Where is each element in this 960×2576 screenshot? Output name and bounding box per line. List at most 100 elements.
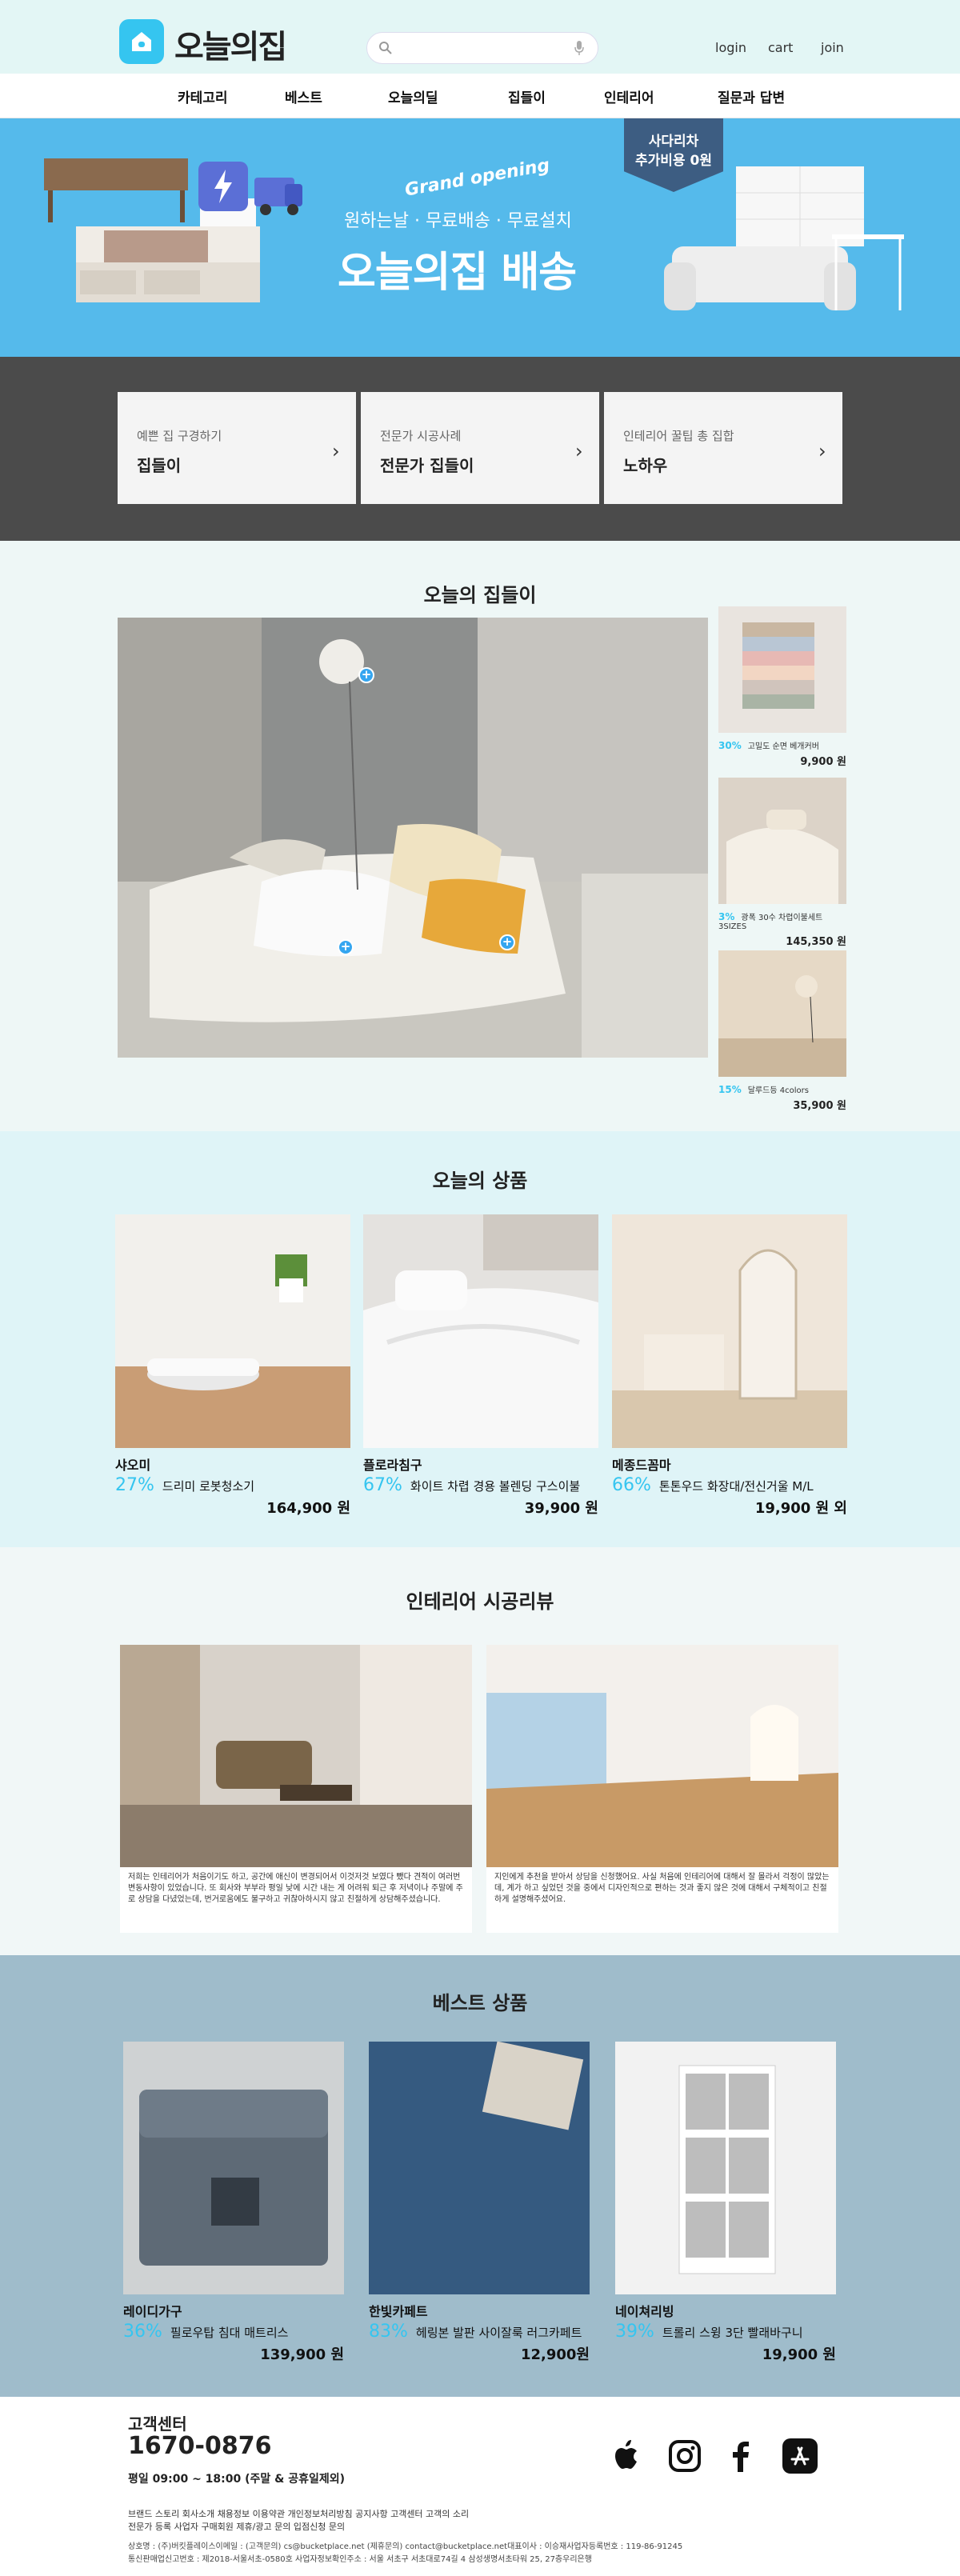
product-line: 36% 필로우탑 침대 매트리스 — [123, 2322, 344, 2342]
nav-house-tour[interactable]: 집들이 — [508, 86, 546, 106]
cs-hours: 평일 09:00 ~ 18:00 (주말 & 공휴일제외) — [128, 2473, 346, 2486]
nav-qna[interactable]: 질문과 답변 — [718, 86, 785, 106]
product-card[interactable]: 플로라침구 67% 화이트 차렵 경용 볼렌딩 구스이불 39,900 원 — [363, 1214, 598, 1518]
search-icon — [378, 41, 393, 58]
sofa-illustration — [664, 166, 904, 310]
product-line: 39% 트롤리 스윙 3단 빨래바구니 — [615, 2322, 836, 2342]
banner-grand-opening: Grand opening — [403, 155, 551, 201]
product-brand: 한빛카페트 — [369, 2304, 428, 2319]
cs-phone[interactable]: 1670-0876 — [128, 2432, 271, 2460]
best-product-card[interactable]: 한빛카페트 83% 헤링본 발판 사이잘룩 러그카페트 12,900원 — [369, 2042, 590, 2364]
product-price: 145,350 원 — [786, 936, 846, 948]
section-title: 인테리어 시공리뷰 — [406, 1590, 554, 1613]
quick-link-desc: 예쁜 집 구경하기 — [137, 429, 222, 443]
product-name: 톤톤우드 화장대/전신거울 M/L — [658, 1479, 814, 1494]
product-price: 139,900 원 — [260, 2346, 344, 2363]
footer: 고객센터 1670-0876 평일 09:00 ~ 18:00 (주말 & 공휴… — [0, 2397, 960, 2576]
product-image — [615, 2042, 836, 2294]
product-brand: 메종드꼼마 — [612, 1458, 671, 1473]
discount-rate: 15% — [718, 1084, 742, 1095]
product-tag-plus-icon[interactable]: + — [358, 667, 374, 683]
best-product-card[interactable]: 네이쳐리빙 39% 트롤리 스윙 3단 빨래바구니 19,900 원 — [615, 2042, 836, 2364]
product-line: 27% 드리미 로봇청소기 — [115, 1475, 350, 1495]
product-tag-plus-icon[interactable]: + — [338, 939, 354, 955]
footer-links-2[interactable]: 전문가 등록 사업자 구매회원 제휴/광고 문의 입점신청 문의 — [128, 2520, 345, 2533]
product-image — [612, 1214, 847, 1448]
product-price: 19,900 원 외 — [754, 1500, 847, 1517]
house-product-item[interactable]: 15% 달루드등 4colors 35,900 원 — [718, 950, 846, 1112]
nav-category[interactable]: 카테고리 — [178, 86, 228, 106]
product-line: 83% 헤링본 발판 사이잘룩 러그카페트 — [369, 2322, 590, 2342]
nav-best[interactable]: 베스트 — [285, 86, 322, 106]
chevron-right-icon: › — [332, 440, 340, 462]
quick-link-knowhow[interactable]: 인테리어 꿀팁 총 집합 노하우 › — [604, 392, 842, 504]
discount-rate: 83% — [369, 2322, 408, 2342]
discount-rate: 66% — [612, 1475, 651, 1495]
review-photo — [486, 1645, 838, 1867]
quick-link-house-tour[interactable]: 예쁜 집 구경하기 집들이 › — [118, 392, 356, 504]
apple-icon[interactable] — [607, 2437, 646, 2475]
review-photo — [120, 1645, 472, 1867]
cs-label: 고객센터 — [128, 2414, 187, 2434]
review-card[interactable]: 저희는 인테리어가 처음이기도 하고, 공간에 애신이 변경되어서 이것저것 보… — [120, 1645, 472, 1933]
interior-review-section: 인테리어 시공리뷰 저희는 인테리어가 처음이기도 하고, 공간에 애신이 변경… — [0, 1547, 960, 1955]
quick-links-section: 예쁜 집 구경하기 집들이 › 전문가 시공사례 전문가 집들이 › 인테리어 … — [0, 357, 960, 541]
product-price: 39,900 원 — [524, 1500, 598, 1517]
product-brand: 샤오미 — [115, 1458, 151, 1473]
today-products-section: 오늘의 상품 샤오미 27% 드리미 로봇청소기 164,900 원 플로라침구 … — [0, 1131, 960, 1547]
footer-links[interactable]: 브랜드 스토리 회사소개 채용정보 이용약관 개인정보처리방침 공지사항 고객센… — [128, 2507, 469, 2520]
quick-link-expert-tour[interactable]: 전문가 시공사례 전문가 집들이 › — [361, 392, 599, 504]
product-image — [363, 1214, 598, 1448]
product-name: 화이트 차렵 경용 볼렌딩 구스이불 — [410, 1479, 581, 1494]
product-thumbnail — [718, 950, 846, 1077]
discount-rate: 30% — [718, 740, 742, 751]
discount-rate: 39% — [615, 2322, 654, 2342]
facebook-icon[interactable] — [722, 2437, 760, 2475]
product-brand: 플로라침구 — [363, 1458, 422, 1473]
search-input[interactable] — [399, 38, 559, 58]
app-store-icon[interactable] — [781, 2437, 819, 2475]
review-text: 지인에게 추천을 받아서 상담을 신청했어요. 사실 처음에 인테리어에 대해서… — [494, 1873, 830, 1904]
product-line: 67% 화이트 차렵 경용 볼렌딩 구스이불 — [363, 1475, 598, 1495]
product-caption: 30% 고밀도 순면 베개커버 — [718, 739, 846, 751]
house-product-item[interactable]: 3% 광폭 30수 차렵이불세트 3SIZES 145,350 원 — [718, 778, 846, 948]
best-product-card[interactable]: 레이디가구 36% 필로우탑 침대 매트리스 139,900 원 — [123, 2042, 344, 2364]
delivery-truck-icon — [198, 162, 302, 215]
product-thumbnail — [718, 606, 846, 733]
product-brand: 네이쳐리빙 — [615, 2304, 674, 2319]
section-title: 베스트 상품 — [432, 1992, 528, 2014]
login-link[interactable]: login — [715, 40, 746, 55]
product-price: 12,900원 — [520, 2346, 590, 2363]
mic-icon[interactable] — [574, 40, 585, 59]
cart-link[interactable]: cart — [768, 40, 793, 55]
product-card[interactable]: 메종드꼼마 66% 톤톤우드 화장대/전신거울 M/L 19,900 원 외 — [612, 1214, 847, 1518]
product-name: 트롤리 스윙 3단 빨래바구니 — [662, 2326, 803, 2340]
product-name: 헤링본 발판 사이잘룩 러그카페트 — [415, 2326, 582, 2340]
nav-interior[interactable]: 인테리어 — [604, 86, 654, 106]
product-tag-plus-icon[interactable]: + — [499, 934, 515, 950]
join-link[interactable]: join — [821, 40, 844, 55]
section-title: 오늘의 집들이 — [423, 584, 537, 606]
review-text: 저희는 인테리어가 처음이기도 하고, 공간에 애신이 변경되어서 이것저것 보… — [128, 1873, 463, 1904]
logo-icon[interactable] — [119, 19, 164, 64]
product-price: 164,900 원 — [266, 1500, 350, 1517]
product-name: 드리미 로봇청소기 — [162, 1479, 255, 1494]
house-product-item[interactable]: 30% 고밀도 순면 베개커버 9,900 원 — [718, 606, 846, 768]
best-products-section: 베스트 상품 레이디가구 36% 필로우탑 침대 매트리스 139,900 원 한… — [0, 1955, 960, 2397]
product-card[interactable]: 샤오미 27% 드리미 로봇청소기 164,900 원 — [115, 1214, 350, 1518]
logo-text[interactable]: 오늘의집 — [174, 21, 287, 67]
instagram-icon[interactable] — [666, 2437, 704, 2475]
quick-link-desc: 전문가 시공사례 — [380, 429, 462, 443]
product-price: 19,900 원 — [762, 2346, 836, 2363]
house-tour-photo[interactable]: + + + — [118, 618, 708, 1058]
company-info-2: 통신판매업신고번호 : 제2018-서울서초-0580호 사업자정보확인주소 :… — [128, 2555, 592, 2564]
today-house-section: 오늘의 집들이 + + + 30% 고밀도 순면 베개커버 9,900 원 3%… — [0, 541, 960, 1131]
product-image — [123, 2042, 344, 2294]
discount-rate: 67% — [363, 1475, 402, 1495]
discount-rate: 36% — [123, 2322, 162, 2342]
review-card[interactable]: 지인에게 추천을 받아서 상담을 신청했어요. 사실 처음에 인테리어에 대해서… — [486, 1645, 838, 1933]
quick-link-desc: 인테리어 꿀팁 총 집합 — [623, 429, 734, 443]
promo-banner[interactable]: Grand opening 원하는날 · 무료배송 · 무료설치 오늘의집 배송… — [0, 118, 960, 357]
search-bar[interactable] — [366, 32, 598, 64]
nav-todays-deal[interactable]: 오늘의딜 — [388, 86, 438, 106]
